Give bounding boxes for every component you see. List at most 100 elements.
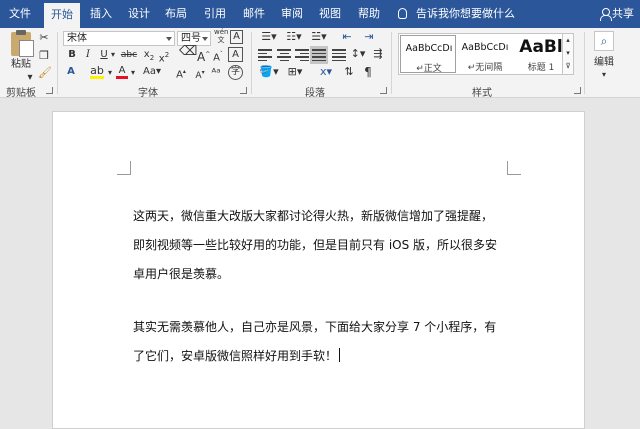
chevron-up-icon[interactable]: ▴ [563,34,573,47]
paragraph-launcher-icon[interactable] [380,87,387,94]
paste-dropdown-icon[interactable]: ▾ [25,71,35,85]
font-launcher-icon[interactable] [240,87,247,94]
clipboard-group-label: 剪贴板 [6,88,36,99]
style-gallery: AaBbCcDı ↵正文 AaBbCcDı ↵无间隔 AaBl 标题 1 [398,33,574,75]
highlight-icon[interactable]: ab [90,65,104,79]
show-marks-icon[interactable]: ¶ [360,65,376,79]
decrease-indent-icon[interactable]: ⇤ [338,30,356,44]
style-gallery-scrollbar[interactable]: ▴ ▾ ⊽ [562,33,574,75]
align-right-icon[interactable] [295,49,309,61]
document-line: 即刻视频等一些比较好用的功能，但是目前只有 iOS 版，所以很多安 [133,238,498,252]
shading-icon[interactable]: 🪣▾ [257,65,281,79]
shrink-font-icon[interactable]: A▾ [194,66,206,83]
tab-file[interactable]: 文件 [2,0,38,28]
increase-indent-icon[interactable]: ⇥ [360,30,378,44]
tab-help[interactable]: 帮助 [351,0,387,28]
change-case-button[interactable]: Aa▾ [141,65,163,79]
subscript-button[interactable]: x2 [143,48,155,65]
tab-design[interactable]: 设计 [121,0,157,28]
paste-icon[interactable] [11,30,34,57]
chevron-down-icon[interactable]: ▾ [563,47,573,60]
strikethrough-button[interactable]: abc [118,48,140,62]
distributed-icon[interactable] [332,49,346,61]
text-effects-icon[interactable]: A [65,65,77,79]
cut-icon[interactable]: ✂ [38,31,50,45]
justify-icon[interactable] [310,46,328,64]
chevron-down-icon [166,37,172,41]
align-center-icon[interactable] [277,49,291,61]
paste-label[interactable]: 粘贴 [10,58,32,72]
style-normal[interactable]: AaBbCcDı ↵正文 [400,35,456,74]
character-border-button[interactable]: A [230,30,243,44]
tab-review[interactable]: 审阅 [274,0,310,28]
tab-layout[interactable]: 布局 [158,0,194,28]
style-heading-1-sample: AaBl [519,37,563,57]
multilevel-list-icon[interactable]: ☱▾ [308,30,330,44]
italic-button[interactable]: I [82,48,94,62]
font-group-label: 字体 [138,88,158,99]
tab-references[interactable]: 引用 [197,0,233,28]
phonetic-guide-button[interactable]: wén 文 [214,28,228,44]
bold-button[interactable]: B [66,48,78,62]
style-normal-sample: AaBbCcDı [405,43,453,54]
superscript-button[interactable]: x2 [158,48,170,66]
font-name-combo[interactable]: 宋体 [63,31,175,46]
share-button[interactable]: 共享 [600,0,634,28]
grow-font-icon[interactable]: A▴ [174,65,188,82]
tab-home[interactable]: 开始 [44,3,80,28]
style-heading-1[interactable]: AaBl 标题 1 [513,35,569,73]
copy-icon[interactable]: ❐ [38,49,50,63]
divider [584,32,585,94]
style-heading-1-name: 标题 1 [527,63,555,73]
divider [251,32,252,94]
lightbulb-icon [398,8,407,19]
person-icon [600,8,612,21]
tell-me-text: 告诉我你想要做什么 [416,7,515,20]
numbering-icon[interactable]: ☷▾ [283,30,305,44]
style-no-spacing-sample: AaBbCcDı [461,42,509,53]
margin-mark-top-right [507,161,521,175]
styles-launcher-icon[interactable] [574,87,581,94]
style-no-spacing-name: ↵无间隔 [467,63,503,73]
tab-insert[interactable]: 插入 [83,0,119,28]
chevron-down-icon[interactable]: ▾ [106,66,114,80]
paragraph-settings-icon[interactable]: ⇶ [370,47,386,61]
document-paragraph[interactable]: 这两天，微信重大改版大家都讨论得火热，新版微信增加了强提醒， 即刻视频等一些比较… [133,202,533,289]
style-normal-name: ↵正文 [416,64,442,74]
expand-gallery-icon[interactable]: ⊽ [563,60,573,72]
chevron-down-icon[interactable]: ▾ [109,48,117,62]
document-line: 其实无需羡慕他人，自己亦是风景，下面给大家分享 7 个小程序，有 [133,320,497,334]
font-color-icon[interactable]: A [116,65,128,79]
format-painter-icon[interactable]: 🖌 [38,66,52,80]
paragraph-group-label: 段落 [305,88,325,99]
document-line: 这两天，微信重大改版大家都讨论得火热，新版微信增加了强提醒， [133,209,494,223]
document-paragraph[interactable]: 其实无需羡慕他人，自己亦是风景，下面给大家分享 7 个小程序，有 了它们，安卓版… [133,313,533,371]
styles-group-label: 样式 [472,88,492,99]
chevron-down-icon [202,37,208,41]
bullets-icon[interactable]: ☰▾ [258,30,280,44]
borders-icon[interactable]: ⊞▾ [283,65,307,79]
text-cursor [339,348,341,362]
align-left-icon[interactable] [258,49,272,61]
phonetic-icon[interactable]: ᴬᵃ [210,66,222,80]
chevron-down-icon[interactable]: ▾ [597,68,611,82]
tab-mailings[interactable]: 邮件 [236,0,272,28]
search-icon[interactable]: ⌕ [594,31,614,51]
style-no-spacing[interactable]: AaBbCcDı ↵无间隔 [457,35,513,73]
chevron-down-icon[interactable]: ▾ [129,66,137,80]
line-spacing-icon[interactable]: ↕▾ [348,47,368,61]
tab-view[interactable]: 视图 [312,0,348,28]
document-line: 了它们，安卓版微信照样好用到手软！ [133,342,533,371]
sort-icon[interactable]: ⇅ [341,65,357,79]
clear-formatting-icon[interactable]: ⌫ [179,45,197,59]
clipboard-launcher-icon[interactable] [46,87,53,94]
grow-font-icon[interactable]: A^ [197,48,210,64]
title-tab-bar: 文件 开始 插入 设计 布局 引用 邮件 审阅 视图 帮助 告诉我你想要做什么 … [0,0,640,28]
font-name-value: 宋体 [67,33,87,44]
character-shading-button[interactable]: A [228,47,243,62]
shrink-font-icon[interactable]: Aˇ [212,48,224,65]
asian-layout-icon[interactable]: ⅹ▾ [314,65,338,79]
tell-me-search[interactable]: 告诉我你想要做什么 [398,0,515,28]
document-line: 卓用户很是羡慕。 [133,267,230,281]
enclose-characters-icon[interactable]: 字 [228,65,243,80]
